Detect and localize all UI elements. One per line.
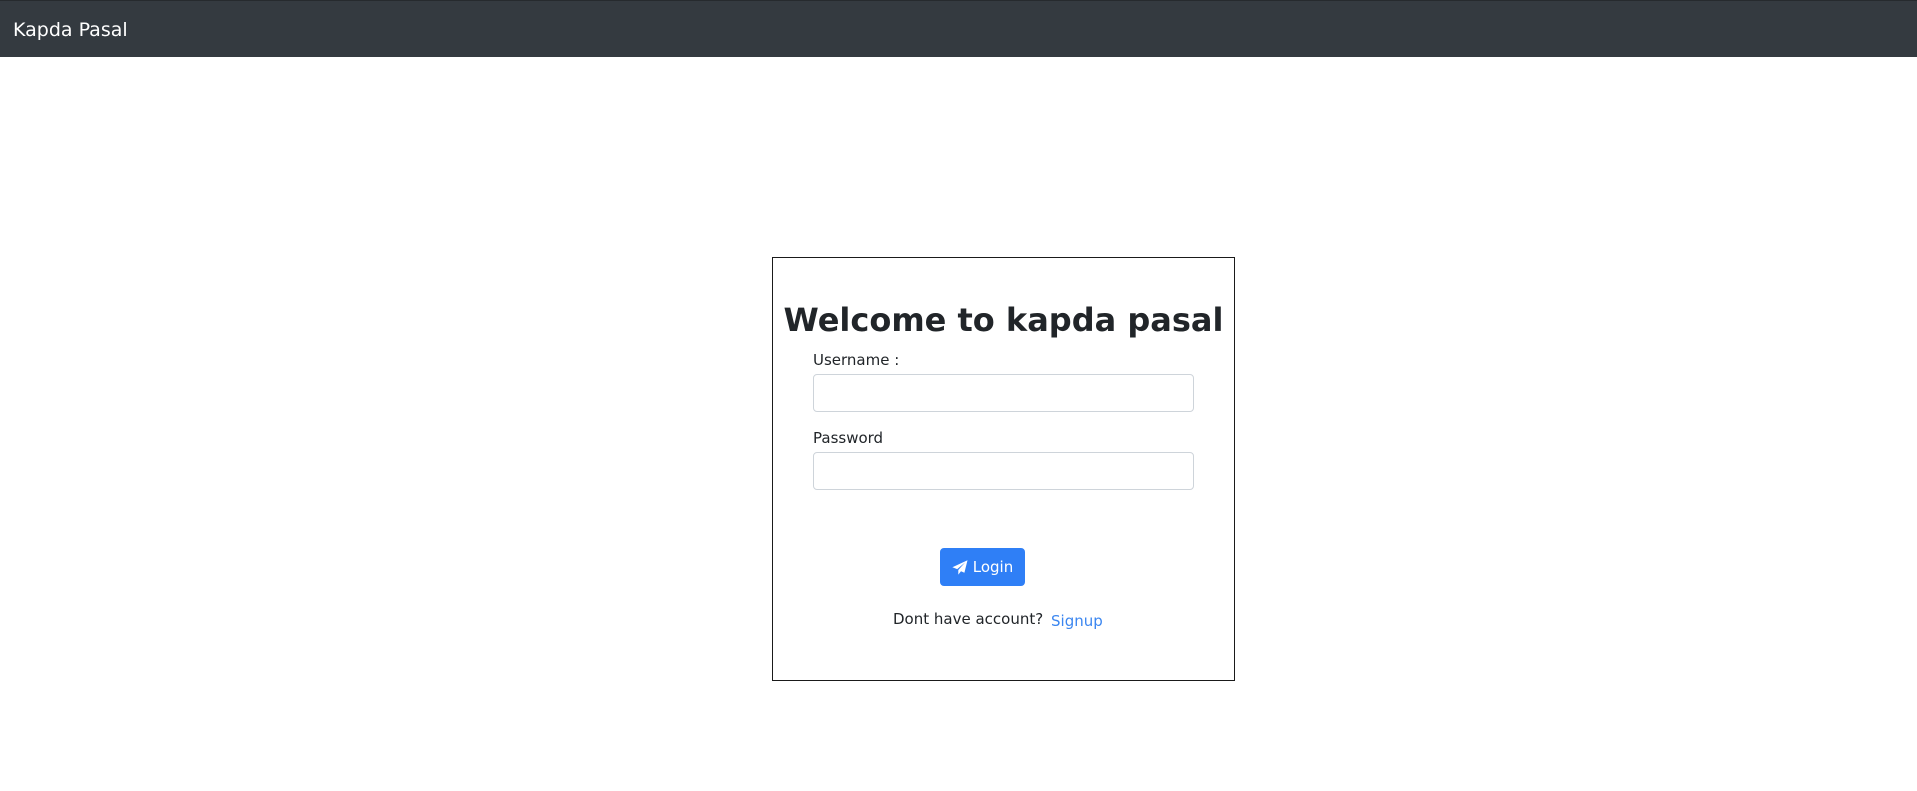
navbar-brand[interactable]: Kapda Pasal: [13, 18, 128, 42]
login-button[interactable]: Login: [940, 548, 1025, 586]
signup-row: Dont have account? Signup: [773, 609, 1234, 633]
login-button-label: Login: [972, 558, 1014, 576]
login-card: Welcome to kapda pasal Username : Passwo…: [772, 257, 1235, 681]
login-title: Welcome to kapda pasal: [783, 301, 1224, 339]
password-label: Password: [813, 429, 884, 447]
username-input[interactable]: [813, 374, 1194, 412]
signup-link[interactable]: Signup: [1051, 611, 1103, 631]
top-navbar: Kapda Pasal: [0, 0, 1917, 57]
password-input[interactable]: [813, 452, 1194, 490]
no-account-text: Dont have account?: [893, 610, 1044, 628]
paper-plane-icon: [952, 559, 968, 575]
username-label: Username :: [813, 351, 900, 369]
